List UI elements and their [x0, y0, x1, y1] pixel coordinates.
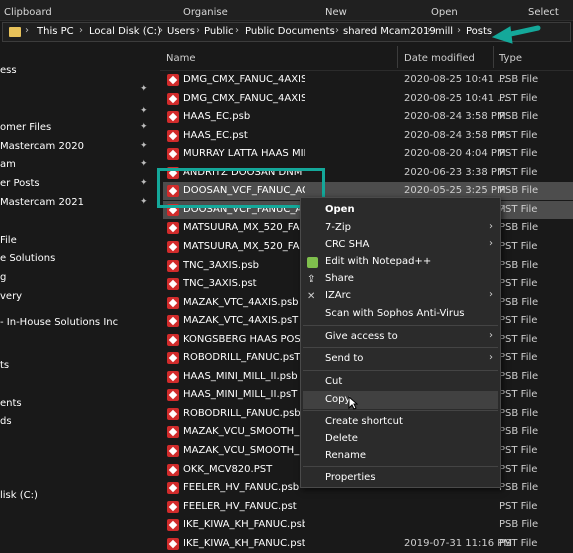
file-type: PST File [499, 501, 538, 512]
mouse-cursor-icon [348, 396, 358, 410]
menu-divider [303, 410, 498, 411]
menu-divider [303, 347, 498, 348]
menu-item-open[interactable]: Open [325, 204, 355, 215]
menu-item-rename[interactable]: Rename [325, 450, 366, 461]
notepad-plus-icon [307, 257, 318, 268]
menu-item-properties[interactable]: Properties [325, 472, 376, 483]
mastercam-post-file-icon [167, 538, 179, 550]
mastercam-post-file-icon [167, 519, 179, 531]
context-menu: Open 7-Zip › CRC SHA › Edit with Notepad… [300, 197, 501, 488]
file-row[interactable]: IKE_KIWA_KH_FANUC.pst 2019-07-31 11:16 PM… [163, 535, 573, 553]
menu-item-send-to[interactable]: Send to [325, 353, 363, 364]
menu-item-copy[interactable]: Copy [325, 394, 350, 405]
chevron-right-icon: › [489, 238, 493, 249]
menu-item-crc-sha[interactable]: CRC SHA [325, 239, 369, 250]
menu-item-izarc[interactable]: IZArc [325, 290, 351, 301]
menu-item-edit-notepad[interactable]: Edit with Notepad++ [325, 256, 431, 267]
menu-item-cut[interactable]: Cut [325, 376, 342, 387]
menu-divider [303, 370, 498, 371]
file-type: PSB File [499, 519, 539, 530]
chevron-right-icon: › [489, 352, 493, 363]
menu-item-give-access[interactable]: Give access to [325, 331, 398, 342]
menu-item-share[interactable]: Share [325, 273, 354, 284]
file-name: FEELER_HV_FANUC.pst [183, 501, 297, 512]
file-name: IKE_KIWA_KH_FANUC.psb [183, 519, 305, 530]
mastercam-post-file-icon [167, 501, 179, 513]
menu-item-delete[interactable]: Delete [325, 433, 358, 444]
menu-item-7zip[interactable]: 7-Zip [325, 222, 351, 233]
file-row[interactable]: IKE_KIWA_KH_FANUC.psb PSB File [163, 516, 573, 534]
izarc-icon: ✕ [307, 291, 316, 302]
arrow-to-posts-annotation [491, 25, 541, 44]
chevron-right-icon: › [489, 330, 493, 341]
menu-item-sophos-scan[interactable]: Scan with Sophos Anti-Virus [325, 308, 465, 319]
menu-divider [303, 466, 498, 467]
file-name: IKE_KIWA_KH_FANUC.pst [183, 538, 305, 549]
chevron-right-icon: › [489, 221, 493, 232]
file-type: PST File [499, 538, 538, 549]
menu-divider [303, 325, 498, 326]
file-date: 2019-07-31 11:16 PM [404, 538, 512, 549]
share-icon: ⇪ [307, 274, 316, 285]
chevron-right-icon: › [489, 289, 493, 300]
menu-item-create-shortcut[interactable]: Create shortcut [325, 416, 403, 427]
